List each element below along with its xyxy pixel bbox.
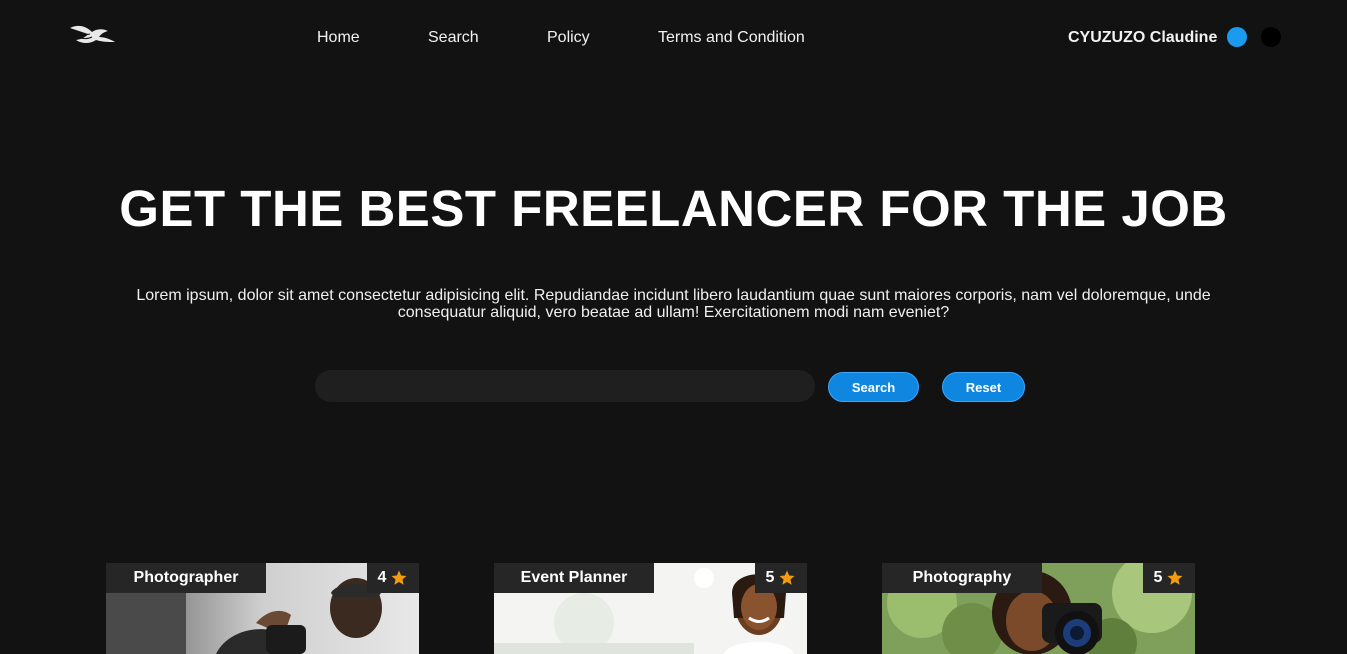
hero-title: GET THE BEST FREELANCER FOR THE JOB	[119, 180, 1228, 237]
blue-theme-toggle[interactable]	[1227, 27, 1247, 47]
dark-theme-toggle[interactable]	[1261, 27, 1281, 47]
card-category: Photography	[882, 563, 1042, 593]
card-category: Photographer	[106, 563, 266, 593]
rating-value: 5	[1153, 569, 1163, 586]
star-icon	[391, 570, 407, 585]
card-category: Event Planner	[494, 563, 654, 593]
star-icon	[779, 570, 795, 585]
freelancer-card[interactable]: Photography 5	[882, 563, 1195, 654]
bird-logo-icon[interactable]	[68, 20, 116, 50]
search-input[interactable]	[315, 370, 815, 402]
page: Home Search Policy Terms and Condition C…	[0, 0, 1347, 654]
nav-policy[interactable]: Policy	[547, 29, 590, 47]
rating-value: 5	[765, 569, 775, 586]
reset-button[interactable]: Reset	[942, 372, 1025, 402]
hero-description: Lorem ipsum, dolor sit amet consectetur …	[136, 287, 1211, 321]
nav-home[interactable]: Home	[317, 29, 360, 47]
search-button[interactable]: Search	[828, 372, 919, 402]
rating-value: 4	[377, 569, 387, 586]
star-icon	[1167, 570, 1183, 585]
nav-search[interactable]: Search	[428, 29, 479, 47]
card-rating: 5	[1143, 563, 1195, 593]
nav-terms[interactable]: Terms and Condition	[658, 29, 805, 47]
freelancer-card[interactable]: Event Planner 5	[494, 563, 807, 654]
card-rating: 5	[755, 563, 807, 593]
card-rating: 4	[367, 563, 419, 593]
freelancer-card[interactable]: Photographer 4	[106, 563, 419, 654]
user-name[interactable]: CYUZUZO Claudine	[1068, 29, 1217, 47]
